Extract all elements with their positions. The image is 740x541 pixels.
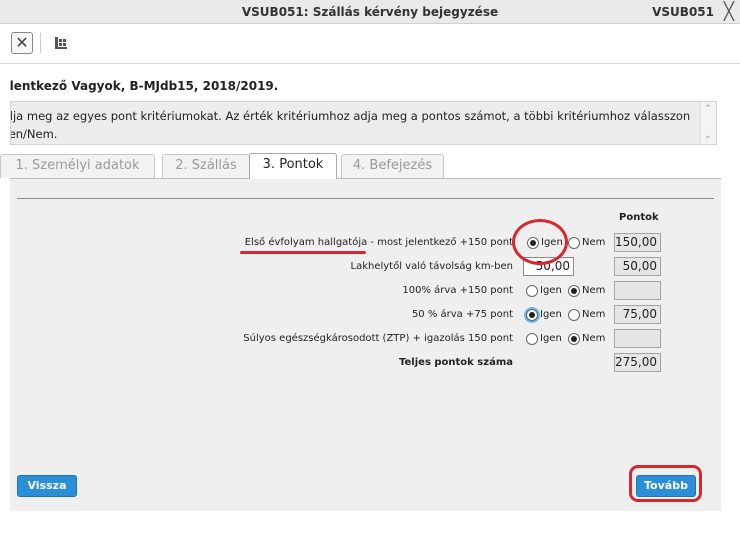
info-text: Adja meg az egyes pont kritériumokat. Az…: [10, 109, 691, 141]
annotation-rectangle: [629, 465, 702, 502]
toolbar: ✕: [0, 24, 740, 64]
row-orphan-100-yes-label: Igen: [540, 285, 562, 296]
tab-finish[interactable]: 4. Befejezés: [341, 154, 444, 178]
row-orphan-100-yes-radio[interactable]: [526, 285, 538, 297]
row-distance-score: 50,00: [614, 257, 661, 276]
row-orphan-100-score: [614, 281, 661, 300]
annotation-underline: [240, 251, 366, 254]
annotation-circle: [512, 219, 568, 265]
row-orphan-50-yes-radio[interactable]: [526, 309, 538, 321]
row-disability-no-radio[interactable]: [568, 333, 580, 345]
row-distance-label: Lakhelytől való távolság km-ben: [350, 261, 514, 272]
tab-personal-data[interactable]: 1. Személyi adatok: [0, 154, 155, 178]
scroll-down-icon[interactable]: ⌄: [704, 131, 712, 141]
row-orphan-50-no-label: Nem: [582, 309, 606, 320]
tab-accommodation[interactable]: 2. Szállás: [162, 154, 250, 178]
window-title: VSUB051: Szállás kérvény bejegyzése: [241, 5, 499, 19]
row-first-year-no-radio[interactable]: [568, 237, 580, 249]
scroll-up-icon[interactable]: ⌃: [704, 104, 712, 114]
close-icon[interactable]: ✕: [11, 32, 33, 54]
row-first-year-label: Első évfolyam hallgatója - most jelentke…: [244, 237, 513, 248]
table-grid-icon[interactable]: [50, 32, 72, 54]
panel-divider: [17, 198, 714, 199]
window-close-icon[interactable]: ╳: [724, 2, 734, 22]
tab-bar: 1. Személyi adatok 2. Szállás 3. Pontok …: [0, 153, 730, 179]
row-orphan-100-no-radio[interactable]: [568, 285, 580, 297]
row-orphan-100-label: 100% árva +150 pont: [402, 285, 513, 296]
total-points-value: 275,00: [614, 353, 661, 372]
toolbar-separator: [40, 33, 41, 53]
points-column-header: Pontok: [619, 212, 659, 223]
row-disability-label: Súlyos egészségkárosodott (ZTP) + igazol…: [243, 333, 513, 344]
title-bar: VSUB051: Szállás kérvény bejegyzése VSUB…: [0, 0, 740, 24]
row-orphan-100-no-label: Nem: [582, 285, 606, 296]
row-disability-yes-radio[interactable]: [526, 333, 538, 345]
row-orphan-50-score: 75,00: [614, 305, 661, 324]
row-disability-score: [614, 329, 661, 348]
row-disability-no-label: Nem: [582, 333, 606, 344]
row-first-year-no-label: Nem: [582, 237, 606, 248]
info-box: Adja meg az egyes pont kritériumokat. Az…: [10, 101, 717, 145]
row-orphan-50-label: 50 % árva +75 pont: [411, 309, 513, 320]
heading-clip: Jelentkező Vagyok, B-MJdb15, 2018/2019.: [10, 70, 730, 100]
row-orphan-50-no-radio[interactable]: [568, 309, 580, 321]
window-code: VSUB051: [652, 5, 714, 19]
row-first-year-score: 150,00: [614, 233, 661, 252]
row-orphan-50-yes-label: Igen: [540, 309, 562, 320]
row-disability-yes-label: Igen: [540, 333, 562, 344]
back-button[interactable]: Vissza: [17, 475, 77, 497]
tab-points[interactable]: 3. Pontok: [249, 153, 337, 179]
points-panel: Pontok Első évfolyam hallgatója - most j…: [10, 178, 721, 511]
total-points-label: Teljes pontok száma: [399, 357, 513, 368]
page-heading: Jelentkező Vagyok, B-MJdb15, 2018/2019.: [10, 79, 279, 93]
info-scrollbar[interactable]: ⌃ ⌄: [700, 102, 716, 144]
